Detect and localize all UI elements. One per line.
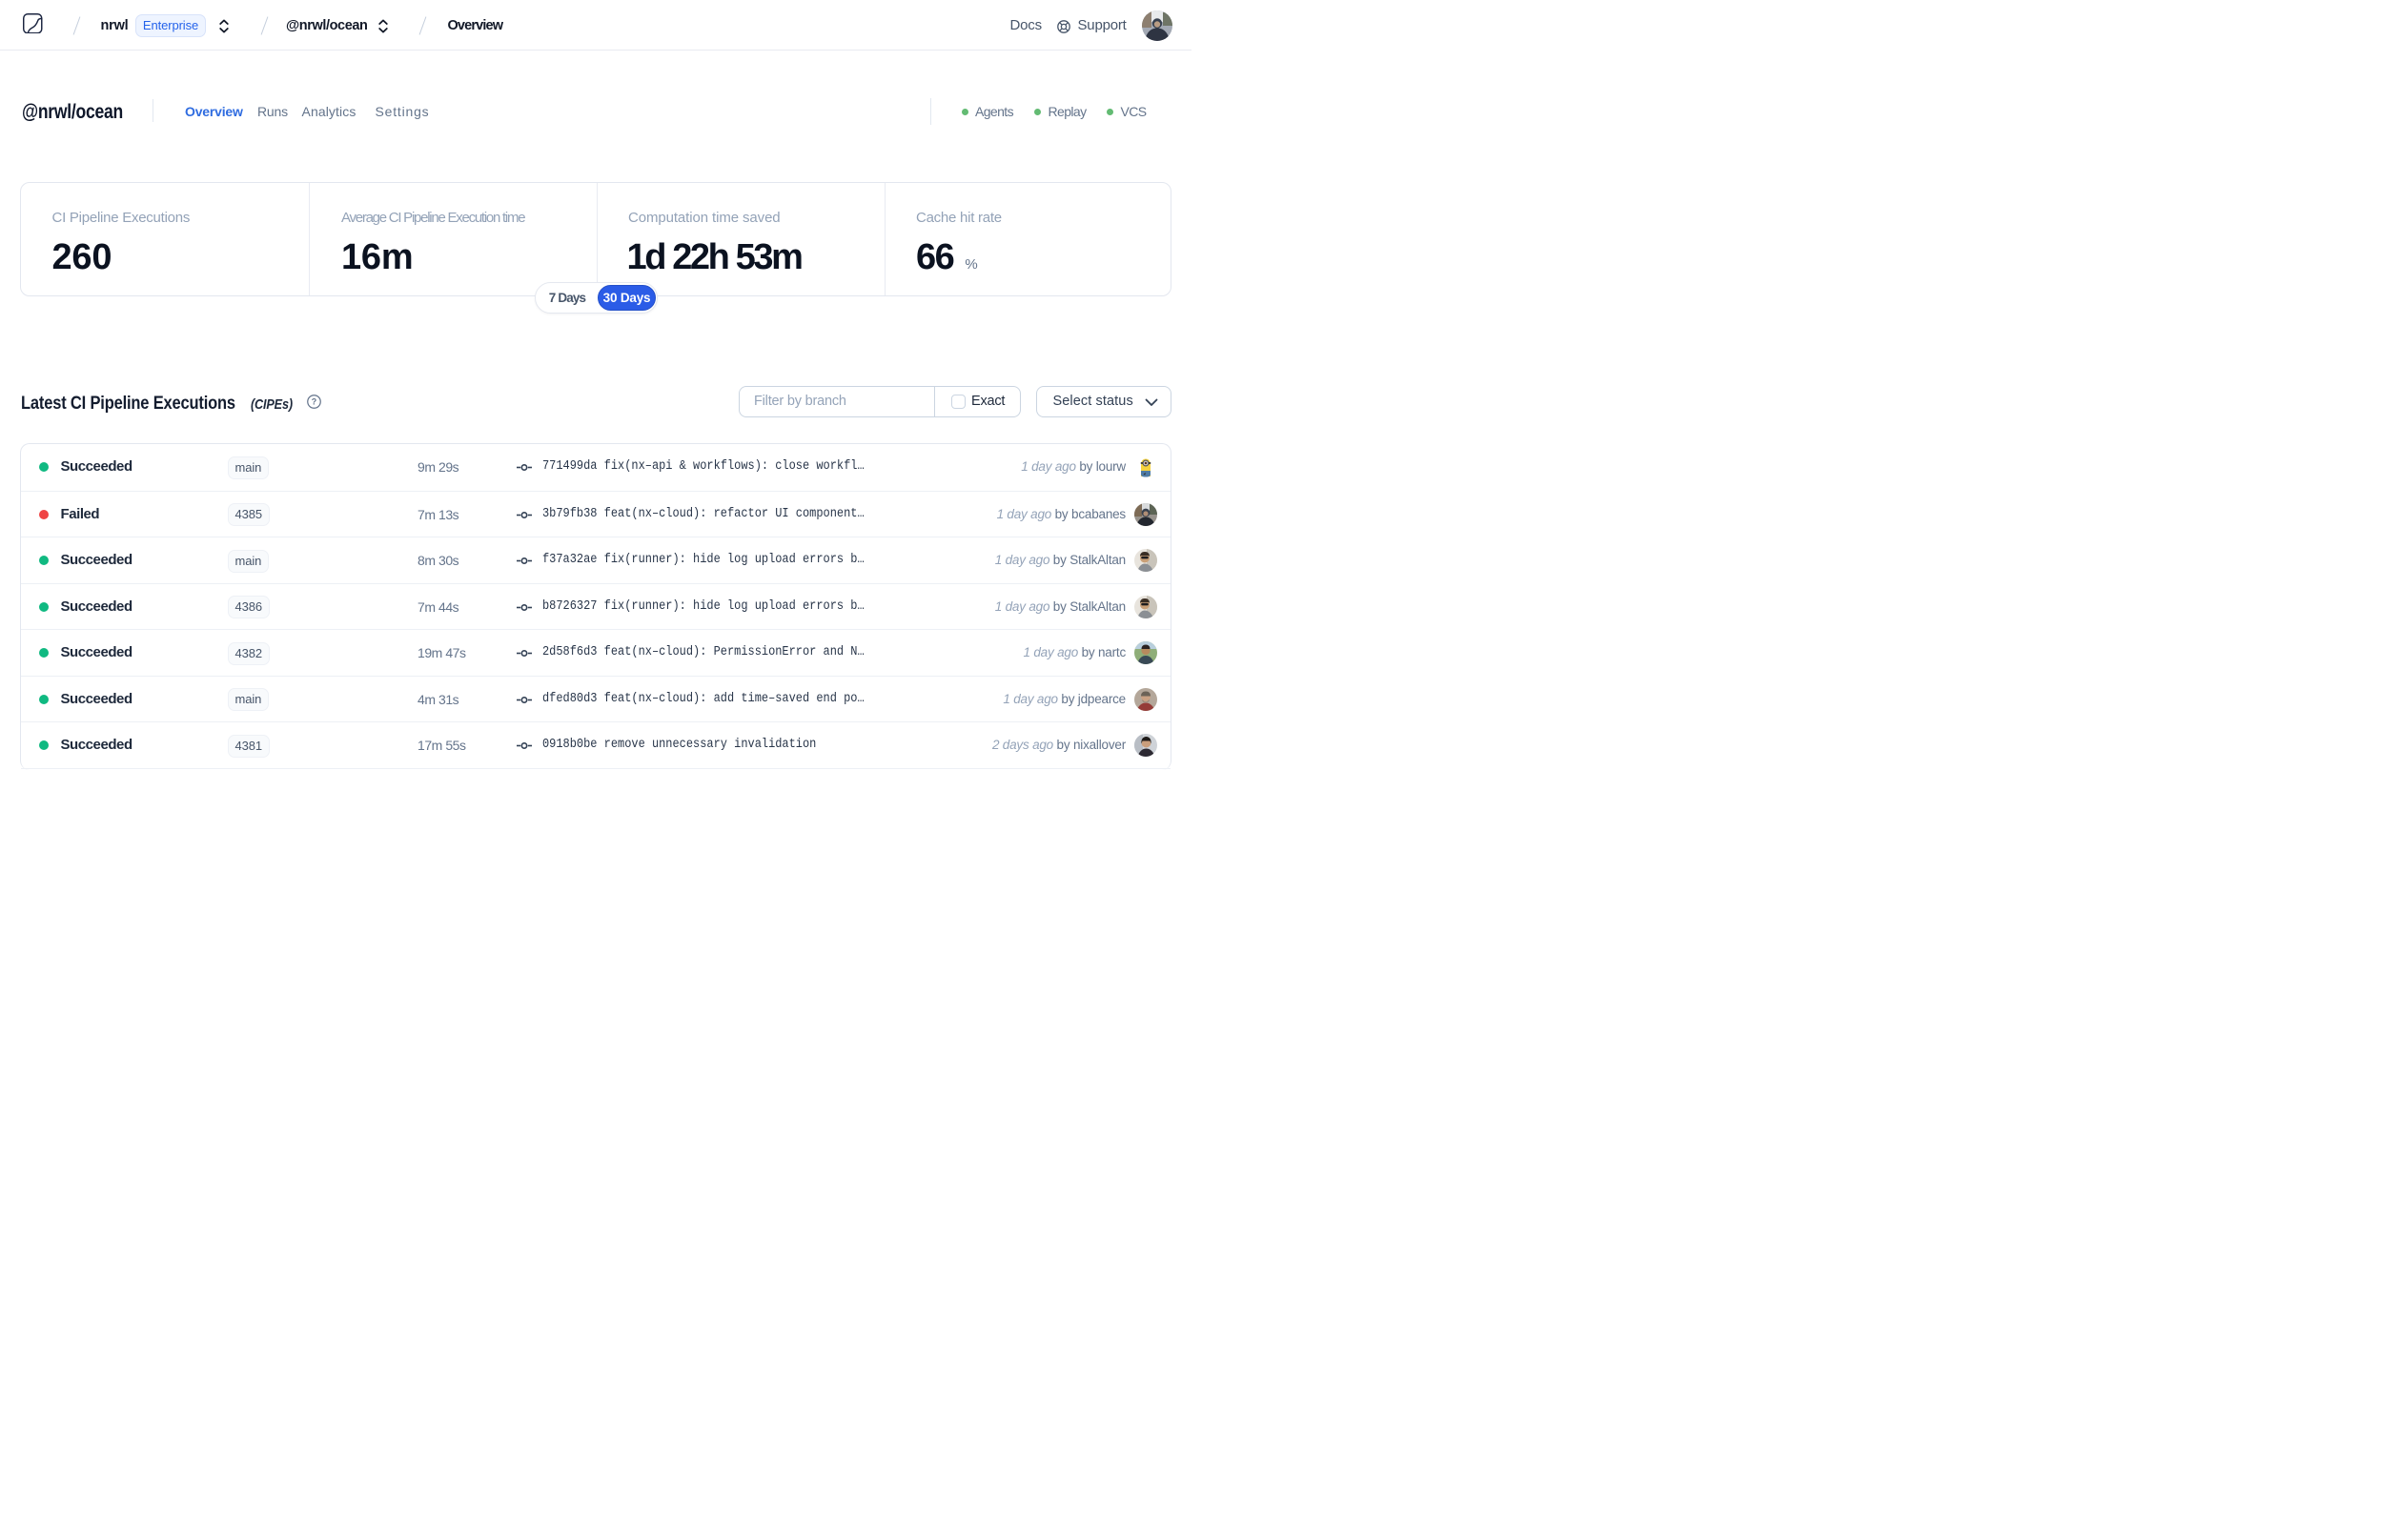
svg-text:?: ?	[312, 397, 316, 407]
